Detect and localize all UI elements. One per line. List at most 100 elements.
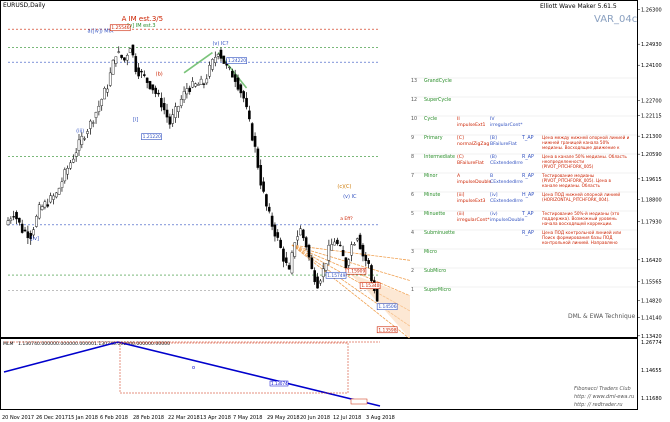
- candle-body: [111, 59, 115, 75]
- time-tick-label: 28 Feb 2018: [133, 415, 164, 421]
- candle-body: [259, 165, 263, 186]
- candle-body: [324, 263, 328, 271]
- price-tick-label: 1.24930: [641, 42, 662, 48]
- candle-body: [256, 148, 260, 168]
- candle-body: [199, 78, 203, 85]
- price-tick-label: 1.19615: [641, 177, 662, 183]
- cell-line: CExtendedIrre: [490, 198, 523, 204]
- table-cell-name: Intermediate: [424, 154, 455, 160]
- main-price-chart[interactable]: EURUSD,Daily Elliott Wave Maker 5.61.5 V…: [0, 0, 670, 338]
- price-tick-label: 1.17930: [641, 220, 662, 226]
- table-cell-num: 5: [411, 211, 414, 217]
- indicator-background: [0, 338, 670, 410]
- candle-body: [9, 218, 13, 221]
- candle-body: [273, 224, 277, 237]
- candle-body: [262, 181, 265, 192]
- candle-body: [74, 152, 78, 157]
- desc-line: (HORIZONTAL_PITCHFORK_004).: [542, 197, 610, 202]
- table-cell-c3: T_AP: [521, 211, 534, 217]
- candle-body: [86, 131, 89, 134]
- candle-body: [299, 228, 302, 236]
- candle-body: [18, 217, 21, 223]
- table-cell-num: 10: [411, 116, 417, 122]
- candle-body: [80, 135, 84, 145]
- indicator-tick: 1.14655: [641, 368, 662, 374]
- wave-label: (b): [156, 71, 163, 77]
- cell-line: [iv]: [490, 192, 498, 198]
- desc-line: начала восходящей коррекции.: [542, 221, 612, 226]
- candle-body: [267, 206, 271, 212]
- candle-body: [304, 237, 308, 248]
- candle-body: [222, 55, 226, 64]
- candle-body: [248, 110, 251, 120]
- indicator-marker: o: [192, 365, 195, 371]
- candle-body: [131, 44, 135, 56]
- candle-body: [270, 215, 274, 227]
- price-tick-label: 1.14140: [641, 316, 662, 322]
- table-cell-desc: Тестирование 50%-й медианы (это поддержка…: [541, 211, 620, 226]
- candle-body: [313, 270, 316, 283]
- chart-background: [0, 0, 670, 338]
- candle-body: [103, 88, 106, 100]
- indicator-end-box: [350, 398, 368, 405]
- candle-body: [276, 232, 280, 238]
- price-box-label: 1.25546: [111, 25, 129, 31]
- cell-line: [iii]: [457, 192, 465, 198]
- candle-body: [137, 67, 140, 77]
- candle-body: [23, 229, 27, 232]
- candle-body: [182, 91, 186, 101]
- candle-body: [336, 239, 339, 244]
- time-axis: 20 Nov 2017 26 Dec 2017 15 Jan 2018 6 Feb 2…: [2, 415, 395, 421]
- cell-line: impulseExt1: [457, 122, 485, 128]
- candle-body: [57, 187, 61, 195]
- candle-body: [213, 56, 217, 63]
- candle-body: [89, 120, 92, 129]
- candle-body: [15, 211, 18, 220]
- candle-body: [160, 97, 163, 108]
- cell-line: [C]: [457, 135, 464, 141]
- cell-line: normalZigZag: [457, 141, 489, 147]
- candle-body: [157, 92, 160, 95]
- candle-body: [66, 168, 69, 175]
- candle-body: [165, 109, 169, 118]
- cell-line: BFailureFlat: [490, 141, 517, 147]
- candle-body: [194, 83, 197, 87]
- candle-body: [125, 55, 129, 61]
- table-cell-name: SuperMicro: [424, 287, 451, 293]
- table-cell-num: 4: [411, 230, 414, 236]
- candle-body: [97, 105, 101, 112]
- candle-body: [12, 216, 15, 218]
- wave-label: a Eff?: [340, 216, 353, 222]
- table-cell-desc: Цена ПОД контрольной линией или Поиск фор…: [542, 230, 621, 245]
- cell-line: CExtendedIrre: [490, 160, 523, 166]
- candle-body: [179, 99, 183, 106]
- candle-body: [205, 78, 209, 84]
- price-tick-label: 1.22700: [641, 99, 662, 105]
- candle-body: [253, 135, 257, 147]
- candle-body: [211, 59, 214, 70]
- candle-body: [367, 260, 370, 264]
- table-cell-num: 6: [411, 192, 414, 198]
- table-cell-num: 8: [411, 154, 414, 160]
- candle-body: [347, 259, 351, 266]
- candle-body: [140, 70, 143, 73]
- candle-body: [370, 265, 373, 282]
- price-tick-label: 1.21300: [641, 134, 662, 140]
- candle-body: [145, 77, 149, 83]
- candle-body: [321, 268, 325, 277]
- candle-body: [171, 114, 175, 124]
- candle-body: [196, 84, 200, 86]
- candle-body: [60, 181, 64, 188]
- candle-body: [26, 231, 30, 239]
- indicator-panel[interactable]: MLM 1.13074 0.00000 0.00000 0.00000 1.13074 0.…: [0, 338, 670, 410]
- price-box-label: 1.15749: [327, 273, 345, 279]
- cell-line: (iii): [457, 211, 465, 217]
- time-tick-label: 15 Jan 2018: [68, 415, 98, 421]
- candle-body: [231, 70, 234, 78]
- indicator-tick: 1.11680: [641, 396, 662, 402]
- candle-body: [154, 87, 157, 94]
- table-cell-c3: T_AP: [521, 135, 534, 141]
- candle-body: [174, 106, 177, 118]
- candle-body: [333, 241, 336, 246]
- candle-body: [32, 229, 35, 236]
